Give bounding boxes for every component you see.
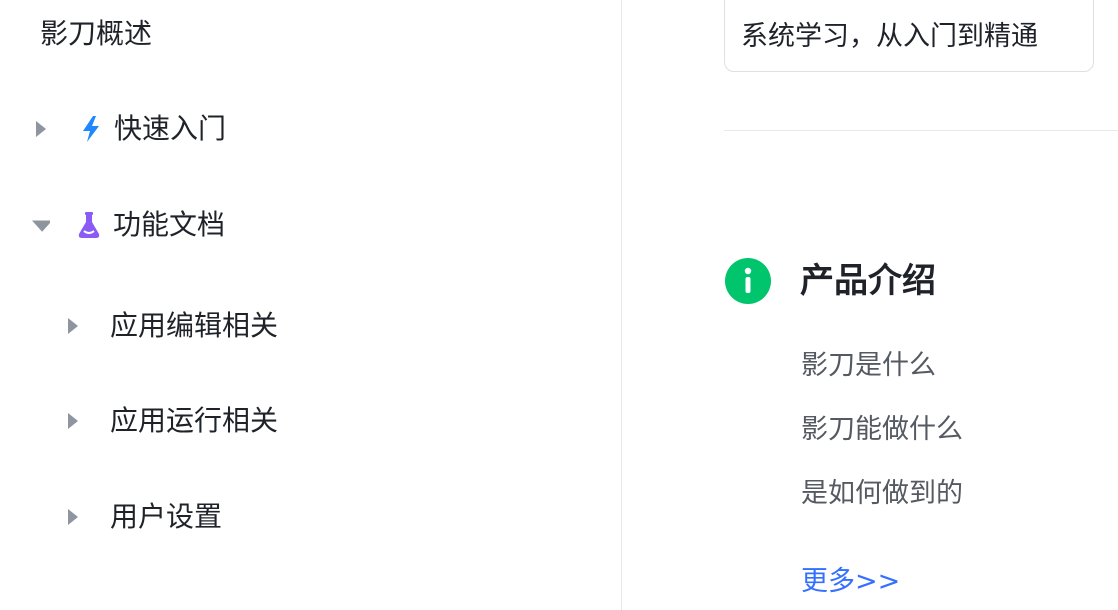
caret-right-icon[interactable] bbox=[66, 413, 82, 429]
link-what-can-do[interactable]: 影刀能做什么 bbox=[801, 410, 963, 450]
caret-right-icon[interactable] bbox=[66, 318, 82, 334]
divider bbox=[724, 130, 1118, 131]
sidebar-item-feature-docs[interactable]: 功能文档 bbox=[32, 205, 225, 245]
more-link[interactable]: 更多>> bbox=[801, 562, 900, 602]
sidebar-item-app-running[interactable]: 应用运行相关 bbox=[66, 401, 278, 441]
link-what-is[interactable]: 影刀是什么 bbox=[801, 346, 963, 386]
sidebar-item-label: 功能文档 bbox=[113, 208, 226, 241]
sidebar-item-label: 快速入门 bbox=[114, 112, 227, 145]
sidebar-item-label: 用户设置 bbox=[110, 500, 223, 533]
info-icon bbox=[725, 258, 771, 304]
flask-icon bbox=[78, 212, 100, 238]
learning-card[interactable]: 系统学习，从入门到精通 bbox=[724, 0, 1094, 72]
sidebar-item-label: 应用运行相关 bbox=[110, 404, 279, 437]
section-link-list: 影刀是什么 影刀能做什么 是如何做到的 bbox=[801, 346, 963, 514]
caret-right-icon[interactable] bbox=[66, 509, 82, 525]
caret-right-icon[interactable] bbox=[34, 121, 50, 137]
sidebar-item-app-editing[interactable]: 应用编辑相关 bbox=[66, 306, 278, 346]
main-content: 系统学习，从入门到精通 产品介绍 影刀是什么 影刀能做什么 是如何做到的 更多>… bbox=[623, 0, 1118, 610]
lightning-icon bbox=[83, 116, 99, 142]
docs-page: 影刀概述 快速入门 功能文档 应用编辑相关 应用运行相关 用户设置 系统学习，从… bbox=[0, 0, 1118, 610]
card-text: 系统学习，从入门到精通 bbox=[741, 21, 1038, 52]
sidebar-item-overview[interactable]: 影刀概述 bbox=[40, 14, 152, 54]
caret-down-icon[interactable] bbox=[32, 216, 50, 234]
link-how-it-works[interactable]: 是如何做到的 bbox=[801, 474, 963, 514]
sidebar: 影刀概述 快速入门 功能文档 应用编辑相关 应用运行相关 用户设置 bbox=[0, 0, 622, 610]
sidebar-item-quick-start[interactable]: 快速入门 bbox=[34, 109, 226, 149]
section-title: 产品介绍 bbox=[800, 261, 936, 301]
sidebar-item-user-settings[interactable]: 用户设置 bbox=[66, 497, 222, 537]
sidebar-item-label: 应用编辑相关 bbox=[110, 309, 279, 342]
